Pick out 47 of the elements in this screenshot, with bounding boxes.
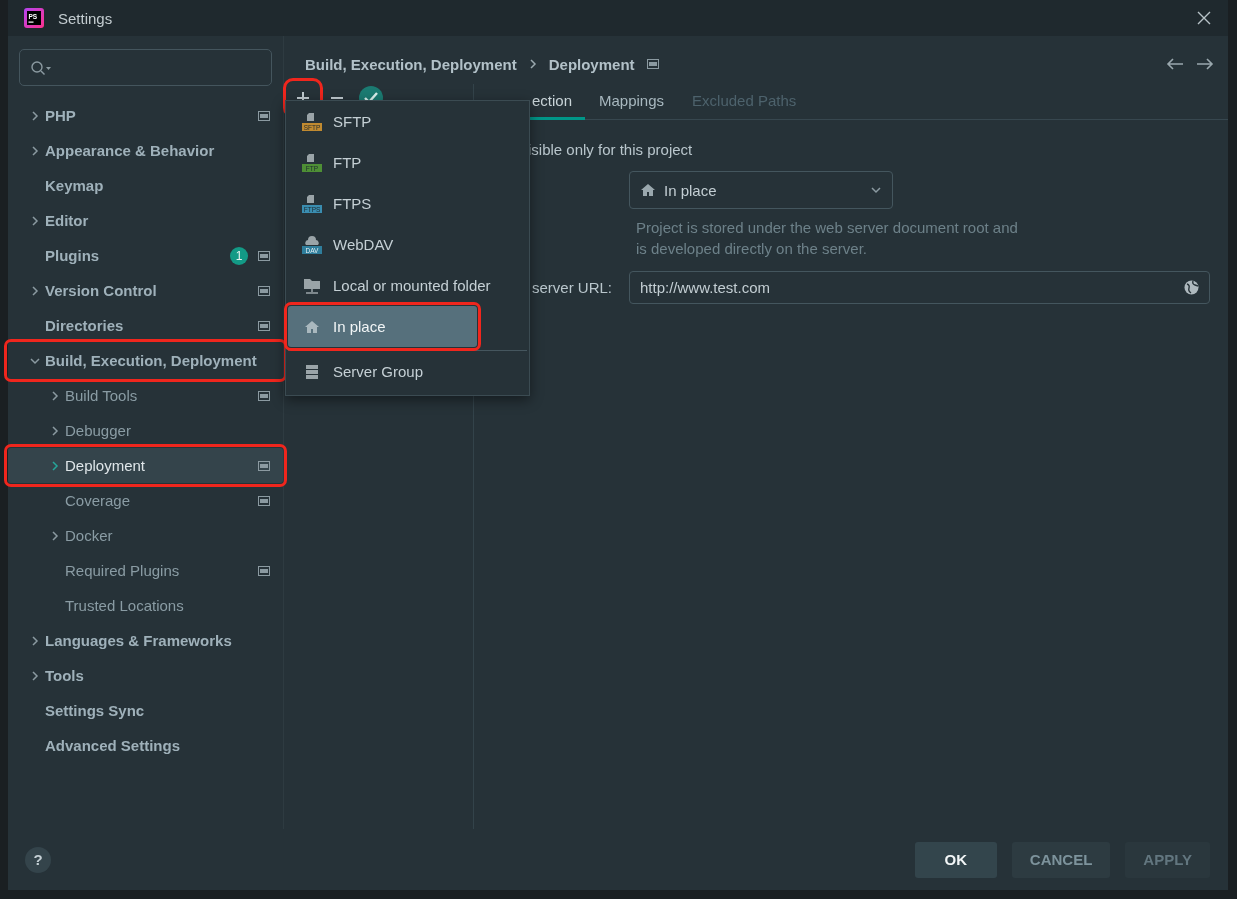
sidebar-item[interactable]: Keymap — [8, 168, 283, 203]
server-stack-icon — [305, 363, 319, 380]
sidebar-item[interactable]: Advanced Settings — [8, 728, 283, 763]
sidebar-item[interactable]: Docker — [8, 518, 283, 553]
search-field[interactable] — [19, 49, 272, 86]
search-icon — [30, 59, 52, 76]
house-icon — [640, 183, 656, 197]
close-icon — [1196, 10, 1212, 26]
url-field[interactable]: http://www.test.com — [629, 271, 1210, 304]
sidebar-item[interactable]: Required Plugins — [8, 553, 283, 588]
sidebar-item[interactable]: Directories — [8, 308, 283, 343]
menu-item[interactable]: Local or mounted folder — [288, 265, 527, 306]
chevron-right-icon — [528, 58, 537, 70]
back-arrow-icon — [1166, 57, 1184, 71]
sidebar-item[interactable]: Editor — [8, 203, 283, 238]
house-icon — [304, 319, 320, 334]
scope-icon — [646, 59, 659, 69]
sidebar-item[interactable]: Plugins 1 — [8, 238, 283, 273]
sidebar-item[interactable]: Build, Execution, Deployment — [8, 343, 283, 378]
breadcrumb-item[interactable]: Build, Execution, Deployment — [305, 55, 517, 73]
hint-text: Project is stored under the web server document root and is developed directly on the server. — [636, 218, 1019, 259]
network-folder-icon — [303, 276, 321, 295]
globe-icon — [1184, 280, 1199, 295]
sidebar-item[interactable]: PHP — [8, 98, 283, 133]
forward-arrow-icon — [1196, 57, 1214, 71]
dialog-button[interactable]: OK — [914, 841, 997, 878]
chevron-down-icon — [870, 186, 882, 194]
dialog-button[interactable]: CANCEL — [1011, 841, 1111, 878]
field-label: server URL: — [530, 279, 613, 296]
sidebar-item[interactable]: Languages & Frameworks — [8, 623, 283, 658]
window-title: Settings — [58, 9, 114, 27]
menu-item[interactable]: Server Group — [288, 351, 527, 392]
sidebar-item[interactable]: Appearance & Behavior — [8, 133, 283, 168]
default-button[interactable] — [358, 85, 384, 101]
dialog-button: APPLY — [1125, 841, 1210, 878]
type-dropdown[interactable]: In place — [629, 171, 893, 209]
sidebar-item[interactable]: Debugger — [8, 413, 283, 448]
help-button[interactable]: ? — [25, 846, 51, 873]
tab[interactable]: Mappings — [585, 84, 679, 120]
count-badge: 1 — [230, 246, 248, 265]
sidebar-item[interactable]: Trusted Locations — [8, 588, 283, 623]
breadcrumb-item[interactable]: Deployment — [548, 55, 635, 73]
sidebar-item[interactable]: Settings Sync — [8, 693, 283, 728]
sidebar-item[interactable]: Build Tools — [8, 378, 283, 413]
sidebar-item[interactable]: Version Control — [8, 273, 283, 308]
sidebar-item[interactable]: Tools — [8, 658, 283, 693]
sidebar-item[interactable]: Coverage — [8, 483, 283, 518]
